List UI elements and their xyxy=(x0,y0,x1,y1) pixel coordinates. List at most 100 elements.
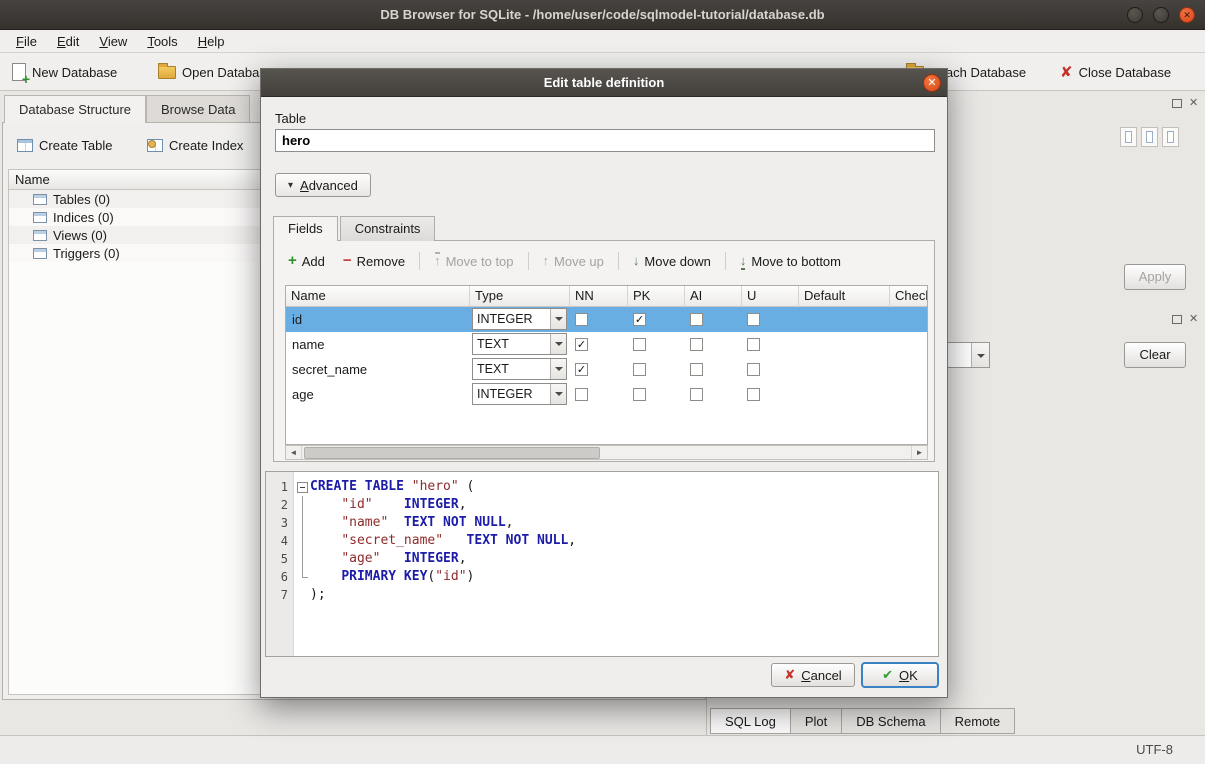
combo-arrow-icon[interactable] xyxy=(550,334,566,354)
dialog-close-button[interactable]: ✕ xyxy=(923,74,941,92)
add-button[interactable]: +Add xyxy=(284,254,329,269)
column-header-nn[interactable]: NN xyxy=(570,286,628,307)
close-database-button[interactable]: ✘ Close Database xyxy=(1052,53,1179,91)
u-checkbox[interactable] xyxy=(747,363,760,376)
menu-file[interactable]: File xyxy=(6,32,47,51)
field-row-secret-name[interactable]: secret_nameTEXT✓ xyxy=(286,357,927,382)
sql-token: "secret_name" xyxy=(341,533,443,548)
ok-label: OK xyxy=(899,668,918,683)
tab-browse-data[interactable]: Browse Data xyxy=(146,95,250,123)
nn-checkbox[interactable]: ✓ xyxy=(575,363,588,376)
menu-help[interactable]: Help xyxy=(188,32,235,51)
fold-marker xyxy=(294,550,310,568)
horizontal-scrollbar[interactable]: ◄ ► xyxy=(285,445,928,460)
pk-checkbox[interactable] xyxy=(633,338,646,351)
ai-cell xyxy=(685,332,742,357)
combo-arrow-icon[interactable] xyxy=(550,359,566,379)
combo-arrow-icon[interactable] xyxy=(550,309,566,329)
ai-cell xyxy=(685,307,742,332)
small-toolbar-icon[interactable] xyxy=(1120,127,1137,147)
create-index-button[interactable]: Create Index xyxy=(141,132,249,158)
sql-code-line: "id" INTEGER, xyxy=(310,496,467,514)
column-header-default[interactable]: Default xyxy=(799,286,890,307)
tab-db-schema[interactable]: DB Schema xyxy=(842,708,940,734)
clear-button[interactable]: Clear xyxy=(1124,342,1186,368)
titlebar[interactable]: DB Browser for SQLite - /home/user/code/… xyxy=(0,0,1205,30)
column-header-type[interactable]: Type xyxy=(470,286,570,307)
cancel-button[interactable]: ✘ Cancel xyxy=(771,663,855,687)
sql-line: 5 "age" INTEGER, xyxy=(266,550,938,568)
nn-checkbox[interactable] xyxy=(575,313,588,326)
nn-checkbox[interactable]: ✓ xyxy=(575,338,588,351)
scroll-right-icon[interactable]: ► xyxy=(911,446,927,459)
move-to-bottom-button[interactable]: ↓Move to bottom xyxy=(736,254,845,269)
create-table-label: Create Table xyxy=(39,138,112,153)
column-header-name[interactable]: Name xyxy=(286,286,470,307)
small-toolbar-icon[interactable] xyxy=(1162,127,1179,147)
menu-edit[interactable]: Edit xyxy=(47,32,89,51)
column-header-pk[interactable]: PK xyxy=(628,286,685,307)
dialog-title: Edit table definition xyxy=(544,75,665,90)
small-toolbar-icon[interactable] xyxy=(1141,127,1158,147)
ai-checkbox[interactable] xyxy=(690,363,703,376)
field-row-age[interactable]: ageINTEGER xyxy=(286,382,927,407)
ok-button[interactable]: ✔ OK xyxy=(861,662,939,688)
fold-marker[interactable] xyxy=(294,478,310,496)
column-header-ai[interactable]: AI xyxy=(685,286,742,307)
window-title: DB Browser for SQLite - /home/user/code/… xyxy=(380,7,824,22)
tab-database-structure[interactable]: Database Structure xyxy=(4,95,146,123)
create-index-icon xyxy=(147,139,163,152)
u-checkbox[interactable] xyxy=(747,388,760,401)
tab-fields[interactable]: Fields xyxy=(273,216,338,241)
column-header-u[interactable]: U xyxy=(742,286,799,307)
field-row-name[interactable]: nameTEXT✓ xyxy=(286,332,927,357)
table-icon xyxy=(33,230,47,241)
sql-line: 4 "secret_name" TEXT NOT NULL, xyxy=(266,532,938,550)
line-number: 5 xyxy=(266,550,294,568)
ai-checkbox[interactable] xyxy=(690,388,703,401)
minimize-button[interactable] xyxy=(1127,7,1143,23)
close-window-button[interactable]: ✕ xyxy=(1179,7,1195,23)
new-database-button[interactable]: New Database xyxy=(4,53,125,91)
type-select[interactable]: TEXT xyxy=(472,333,567,355)
menu-tools[interactable]: Tools xyxy=(137,32,187,51)
dialog-titlebar[interactable]: Edit table definition ✕ xyxy=(261,69,947,97)
table-name-input[interactable] xyxy=(275,129,935,152)
main-tab-bar: Database Structure Browse Data xyxy=(4,95,250,123)
tab-constraints[interactable]: Constraints xyxy=(340,216,436,241)
pk-checkbox[interactable]: ✓ xyxy=(633,313,646,326)
line-number: 7 xyxy=(266,586,294,604)
undock-icon[interactable] xyxy=(1172,315,1182,324)
u-checkbox[interactable] xyxy=(747,313,760,326)
undock-icon[interactable] xyxy=(1172,99,1182,108)
type-select[interactable]: INTEGER xyxy=(472,383,567,405)
remove-button[interactable]: −Remove xyxy=(339,254,409,269)
close-dock-icon[interactable]: ✕ xyxy=(1189,314,1198,325)
scrollbar-thumb[interactable] xyxy=(304,447,600,459)
field-row-id[interactable]: idINTEGER✓ xyxy=(286,307,927,332)
nn-checkbox[interactable] xyxy=(575,388,588,401)
app-window: DB Browser for SQLite - /home/user/code/… xyxy=(0,0,1205,764)
create-table-button[interactable]: Create Table xyxy=(11,132,118,158)
scroll-left-icon[interactable]: ◄ xyxy=(286,446,302,459)
menu-view[interactable]: View xyxy=(89,32,137,51)
type-select[interactable]: TEXT xyxy=(472,358,567,380)
tab-remote[interactable]: Remote xyxy=(941,708,1016,734)
pk-checkbox[interactable] xyxy=(633,363,646,376)
maximize-button[interactable] xyxy=(1153,7,1169,23)
advanced-toggle-button[interactable]: ▾ Advanced xyxy=(275,173,371,197)
pk-checkbox[interactable] xyxy=(633,388,646,401)
ai-checkbox[interactable] xyxy=(690,338,703,351)
tab-plot[interactable]: Plot xyxy=(791,708,842,734)
line-number: 6 xyxy=(266,568,294,586)
column-header-check[interactable]: Check xyxy=(890,286,928,307)
close-dock-icon[interactable]: ✕ xyxy=(1189,98,1198,109)
u-checkbox[interactable] xyxy=(747,338,760,351)
sql-token xyxy=(310,515,341,530)
type-select[interactable]: INTEGER xyxy=(472,308,567,330)
combo-arrow-icon[interactable] xyxy=(550,384,566,404)
ai-checkbox[interactable] xyxy=(690,313,703,326)
move-down-button[interactable]: ↓Move down xyxy=(629,254,715,269)
tab-sql-log[interactable]: SQL Log xyxy=(710,708,791,734)
fields-grid: NameTypeNNPKAIUDefaultCheck idINTEGER✓na… xyxy=(285,285,928,445)
